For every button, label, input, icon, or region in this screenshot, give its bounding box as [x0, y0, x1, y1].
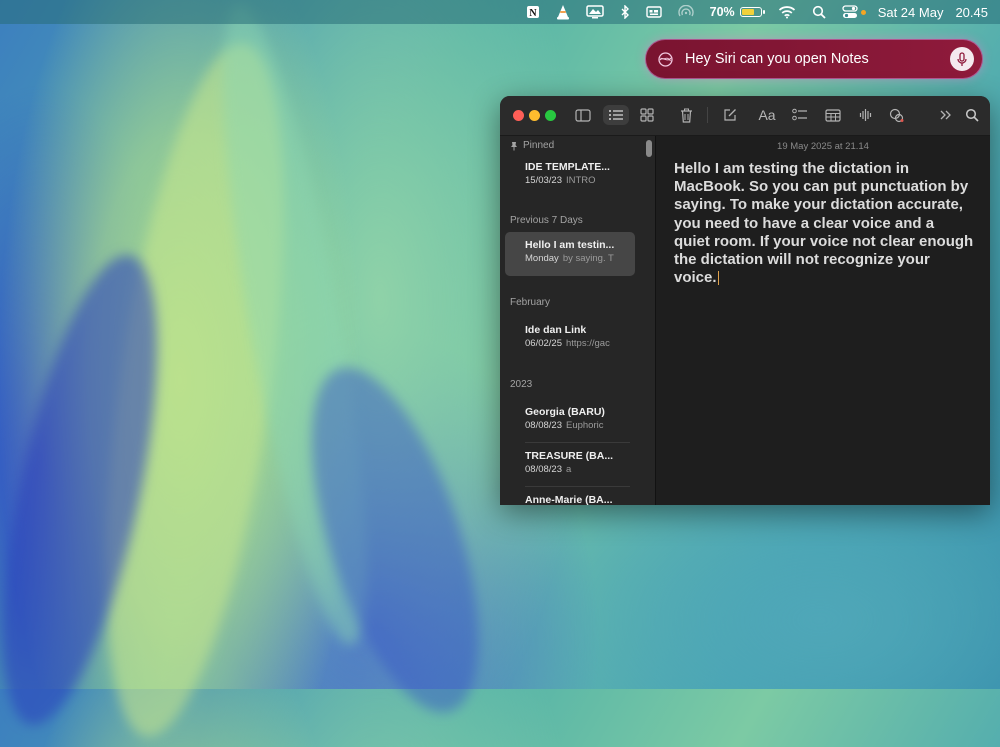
- pinned-header-label: Pinned: [523, 140, 555, 151]
- audio-icon[interactable]: [856, 105, 876, 125]
- siri-transcript: Hey Siri can you open Notes: [685, 51, 869, 67]
- table-icon[interactable]: [823, 105, 843, 125]
- more-icon[interactable]: [937, 105, 955, 125]
- list-item[interactable]: IDE TEMPLATE... 15/03/23 INTRO: [505, 154, 635, 198]
- control-center-icon[interactable]: [834, 0, 870, 24]
- note-meta: 06/02/25 https://gac: [525, 338, 633, 349]
- note-meta: 08/08/23 a: [525, 464, 633, 475]
- note-preview: INTRO: [565, 175, 596, 186]
- text-caret: [717, 271, 719, 286]
- note-body-container[interactable]: Hello I am testing the dictation in MacB…: [674, 160, 974, 287]
- note-title: Ide dan Link: [525, 324, 587, 336]
- note-meta: Monday by saying. T: [525, 253, 633, 264]
- bluetooth-icon[interactable]: [612, 0, 638, 24]
- list-item[interactable]: TREASURE (BA... 08/08/23 a: [505, 443, 635, 487]
- wallpaper-streak: [72, 32, 318, 747]
- note-body: Hello I am testing the dictation in MacB…: [674, 160, 974, 287]
- note-date: Monday: [525, 253, 559, 264]
- note-date: 06/02/25: [525, 338, 562, 349]
- note-title: IDE TEMPLATE...: [525, 161, 610, 173]
- checklist-icon[interactable]: [790, 105, 810, 125]
- battery-percent: 70%: [709, 5, 735, 19]
- display-icon[interactable]: [578, 0, 612, 24]
- note-date: 15/03/23: [525, 175, 562, 186]
- section-header: Previous 7 Days: [510, 215, 583, 226]
- search-icon[interactable]: [962, 105, 982, 125]
- section-header: 2023: [510, 379, 533, 390]
- note-editor[interactable]: 19 May 2025 at 21.14 Hello I am testing …: [656, 136, 990, 505]
- menubar-time[interactable]: 20.45: [947, 0, 1000, 24]
- wallpaper-streak: [194, 0, 396, 653]
- close-window-button[interactable]: [513, 110, 524, 121]
- notes-list: Pinned IDE TEMPLATE... 15/03/23 INTRO Pre…: [500, 136, 656, 505]
- battery-icon: [739, 7, 765, 17]
- pin-icon: [511, 141, 517, 150]
- list-item[interactable]: Georgia (BARU) 08/08/23 Euphoric: [505, 399, 635, 443]
- wallpaper-streak: [0, 242, 189, 738]
- list-item[interactable]: Ide dan Link 06/02/25 https://gac: [505, 317, 635, 361]
- menu-bar: N 70% Sat 24 May 20.45: [0, 0, 1000, 24]
- pinned-header: Pinned: [510, 140, 554, 151]
- note-preview: Euphoric: [565, 420, 604, 431]
- list-item[interactable]: Hello I am testin... Monday by saying. T: [505, 232, 635, 276]
- microphone-icon[interactable]: [950, 47, 974, 71]
- trash-icon[interactable]: [676, 105, 696, 125]
- battery-fill: [741, 9, 754, 15]
- notes-toolbar: Aa: [500, 96, 990, 136]
- format-text-icon[interactable]: Aa: [755, 105, 779, 125]
- gallery-view-icon[interactable]: [636, 105, 658, 125]
- note-title: Anne-Marie (BA...: [525, 494, 613, 505]
- compose-icon[interactable]: [720, 105, 740, 125]
- battery-status[interactable]: 70%: [702, 0, 770, 24]
- scrollbar[interactable]: [646, 140, 652, 157]
- siri-orb-icon: [658, 51, 673, 67]
- note-title: Georgia (BARU): [525, 406, 605, 418]
- note-date: 08/08/23: [525, 420, 562, 431]
- notes-window: Aa Pinned IDE TEMPLATE... 15/03/23INTRO: [500, 96, 990, 505]
- menubar-date[interactable]: Sat 24 May: [870, 0, 948, 24]
- keyboard-input-icon[interactable]: [638, 0, 670, 24]
- notion-icon[interactable]: N: [518, 0, 548, 24]
- sidebar-toggle-icon[interactable]: [572, 105, 594, 125]
- privacy-indicator-icon: [860, 9, 866, 15]
- note-title: TREASURE (BA...: [525, 450, 614, 462]
- share-icon[interactable]: [886, 105, 908, 125]
- list-item[interactable]: Anne-Marie (BA...: [505, 487, 635, 505]
- vlc-icon[interactable]: [548, 0, 578, 24]
- note-preview: https://gac: [565, 338, 610, 349]
- list-view-icon[interactable]: [603, 105, 629, 125]
- minimize-window-button[interactable]: [529, 110, 540, 121]
- note-meta: 15/03/23 INTRO: [525, 175, 633, 186]
- note-date-header: 19 May 2025 at 21.14: [777, 141, 869, 152]
- note-date: 08/08/23: [525, 464, 562, 475]
- section-header: February: [510, 297, 551, 308]
- siri-request-bubble: Hey Siri can you open Notes: [645, 39, 983, 79]
- svg-text:N: N: [529, 8, 537, 19]
- note-preview: by saying. T: [562, 253, 614, 264]
- wallpaper-streak: [277, 348, 513, 732]
- toolbar-divider: [707, 107, 708, 123]
- note-meta: 08/08/23 Euphoric: [525, 420, 633, 431]
- note-preview: a: [565, 464, 572, 475]
- note-title: Hello I am testin...: [525, 239, 615, 251]
- search-icon[interactable]: [804, 0, 834, 24]
- zoom-window-button[interactable]: [545, 110, 556, 121]
- airdrop-icon[interactable]: [670, 0, 702, 24]
- wifi-icon[interactable]: [770, 0, 804, 24]
